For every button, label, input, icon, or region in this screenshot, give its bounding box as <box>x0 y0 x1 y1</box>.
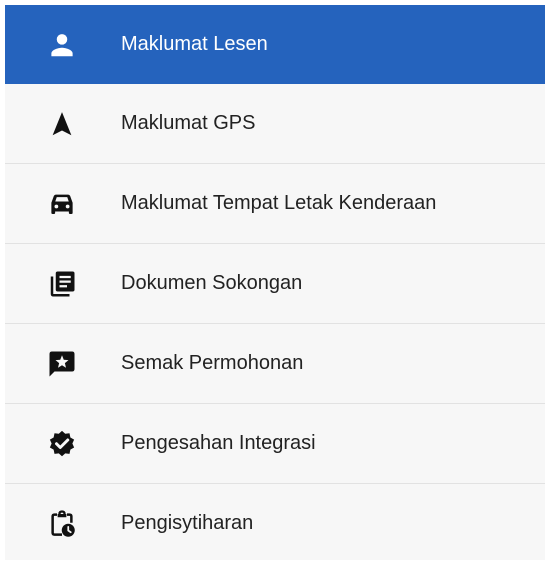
menu-item-semak-permohonan[interactable]: Semak Permohonan <box>5 324 545 404</box>
review-star-icon <box>42 344 82 384</box>
side-menu: Maklumat Lesen Maklumat GPS Maklumat Tem… <box>5 5 545 560</box>
menu-item-label: Dokumen Sokongan <box>121 272 303 294</box>
menu-item-maklumat-lesen[interactable]: Maklumat Lesen <box>5 5 545 84</box>
menu-item-pengesahan-integrasi[interactable]: Pengesahan Integrasi <box>5 404 545 484</box>
menu-item-label: Maklumat Lesen <box>121 33 268 55</box>
library-books-icon <box>42 264 82 304</box>
menu-item-maklumat-tempat-letak-kenderaan[interactable]: Maklumat Tempat Letak Kenderaan <box>5 164 545 244</box>
clipboard-clock-icon <box>42 504 82 544</box>
menu-item-maklumat-gps[interactable]: Maklumat GPS <box>5 84 545 164</box>
verified-badge-icon <box>42 424 82 464</box>
menu-item-label: Semak Permohonan <box>121 352 304 374</box>
navigation-arrow-icon <box>42 104 82 144</box>
menu-item-dokumen-sokongan[interactable]: Dokumen Sokongan <box>5 244 545 324</box>
menu-item-label: Pengisytiharan <box>121 512 254 534</box>
menu-item-label: Maklumat Tempat Letak Kenderaan <box>121 192 437 214</box>
car-icon <box>42 184 82 224</box>
menu-item-label: Pengesahan Integrasi <box>121 432 316 454</box>
person-icon <box>42 25 82 65</box>
menu-item-pengisytiharan[interactable]: Pengisytiharan <box>5 484 545 563</box>
menu-item-label: Maklumat GPS <box>121 112 256 134</box>
